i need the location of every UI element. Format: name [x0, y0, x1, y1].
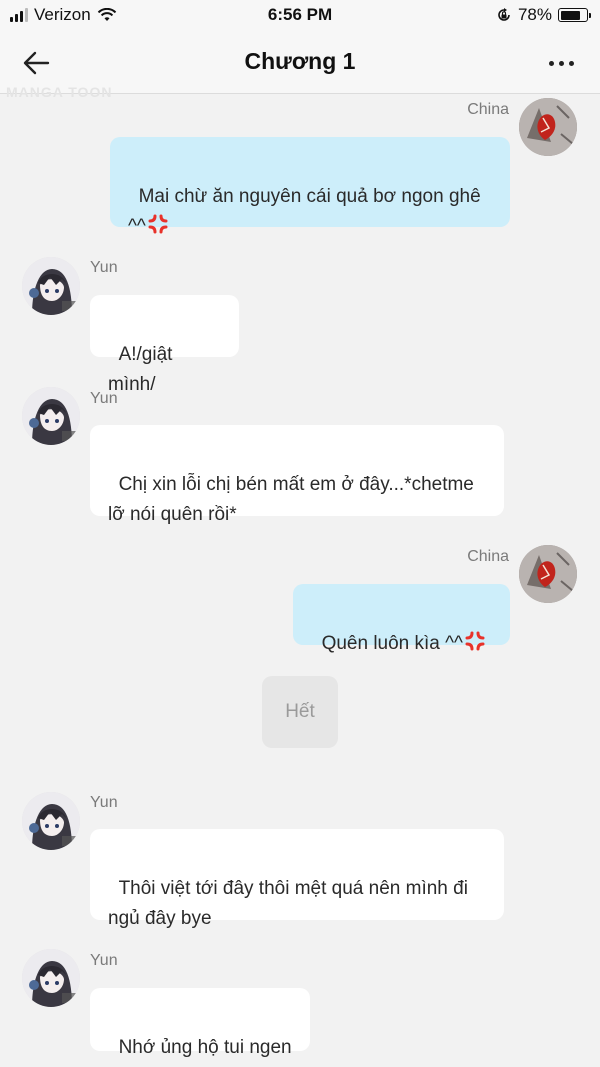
avatar-yun[interactable]: [22, 387, 80, 445]
avatar-yun[interactable]: [22, 949, 80, 1007]
avatar-china[interactable]: [519, 98, 577, 156]
message-text: Nhớ ủng hộ tui ngen: [118, 1037, 292, 1058]
message-bubble-outgoing: Quên luôn kìa ^^: [293, 584, 510, 654]
avatar-china[interactable]: [519, 545, 577, 603]
message-text: Chị xin lỗi chị bén mất em ở đây...*chet…: [108, 474, 474, 525]
message-bubble-incoming: Nhớ ủng hộ tui ngen: [90, 988, 310, 1058]
page-title: Chương 1: [244, 48, 356, 74]
message-text: Quên luôn kìa ^^: [321, 633, 463, 654]
sender-name: Yun: [90, 952, 118, 969]
avatar-yun[interactable]: [22, 792, 80, 850]
anger-emoji-icon: [465, 631, 485, 651]
message-text: A!/giật mình/: [108, 344, 178, 395]
message-bubble-outgoing: Mai chừ ăn nguyên cái quả bơ ngon ghê ^^: [110, 137, 510, 237]
end-marker: Hết: [262, 676, 338, 748]
battery-icon: [558, 8, 591, 22]
anger-emoji-icon: [148, 214, 168, 234]
sender-name: Yun: [90, 259, 118, 276]
sender-name: Yun: [90, 794, 118, 811]
status-right: 78%: [496, 5, 591, 25]
message-bubble-incoming: A!/giật mình/: [90, 295, 239, 395]
message-text: Mai chừ ăn nguyên cái quả bơ ngon ghê ^^: [128, 186, 481, 237]
sender-name: Yun: [90, 390, 118, 407]
message-text: Thôi việt tới đây thôi mệt quá nên mình …: [108, 878, 468, 929]
more-options-icon[interactable]: [544, 50, 578, 76]
orientation-lock-icon: [498, 8, 510, 21]
watermark-logo: MANGA TOON: [6, 84, 113, 100]
avatar-yun[interactable]: [22, 257, 80, 315]
status-bar: Verizon 6:56 PM 78%: [0, 0, 600, 32]
message-bubble-incoming: Thôi việt tới đây thôi mệt quá nên mình …: [90, 829, 504, 929]
message-bubble-incoming: Chị xin lỗi chị bén mất em ở đây...*chet…: [90, 425, 504, 525]
sender-name: China: [467, 548, 509, 565]
battery-percent: 78%: [517, 5, 552, 24]
sender-name: China: [467, 101, 509, 118]
battery-fill: [560, 10, 580, 20]
